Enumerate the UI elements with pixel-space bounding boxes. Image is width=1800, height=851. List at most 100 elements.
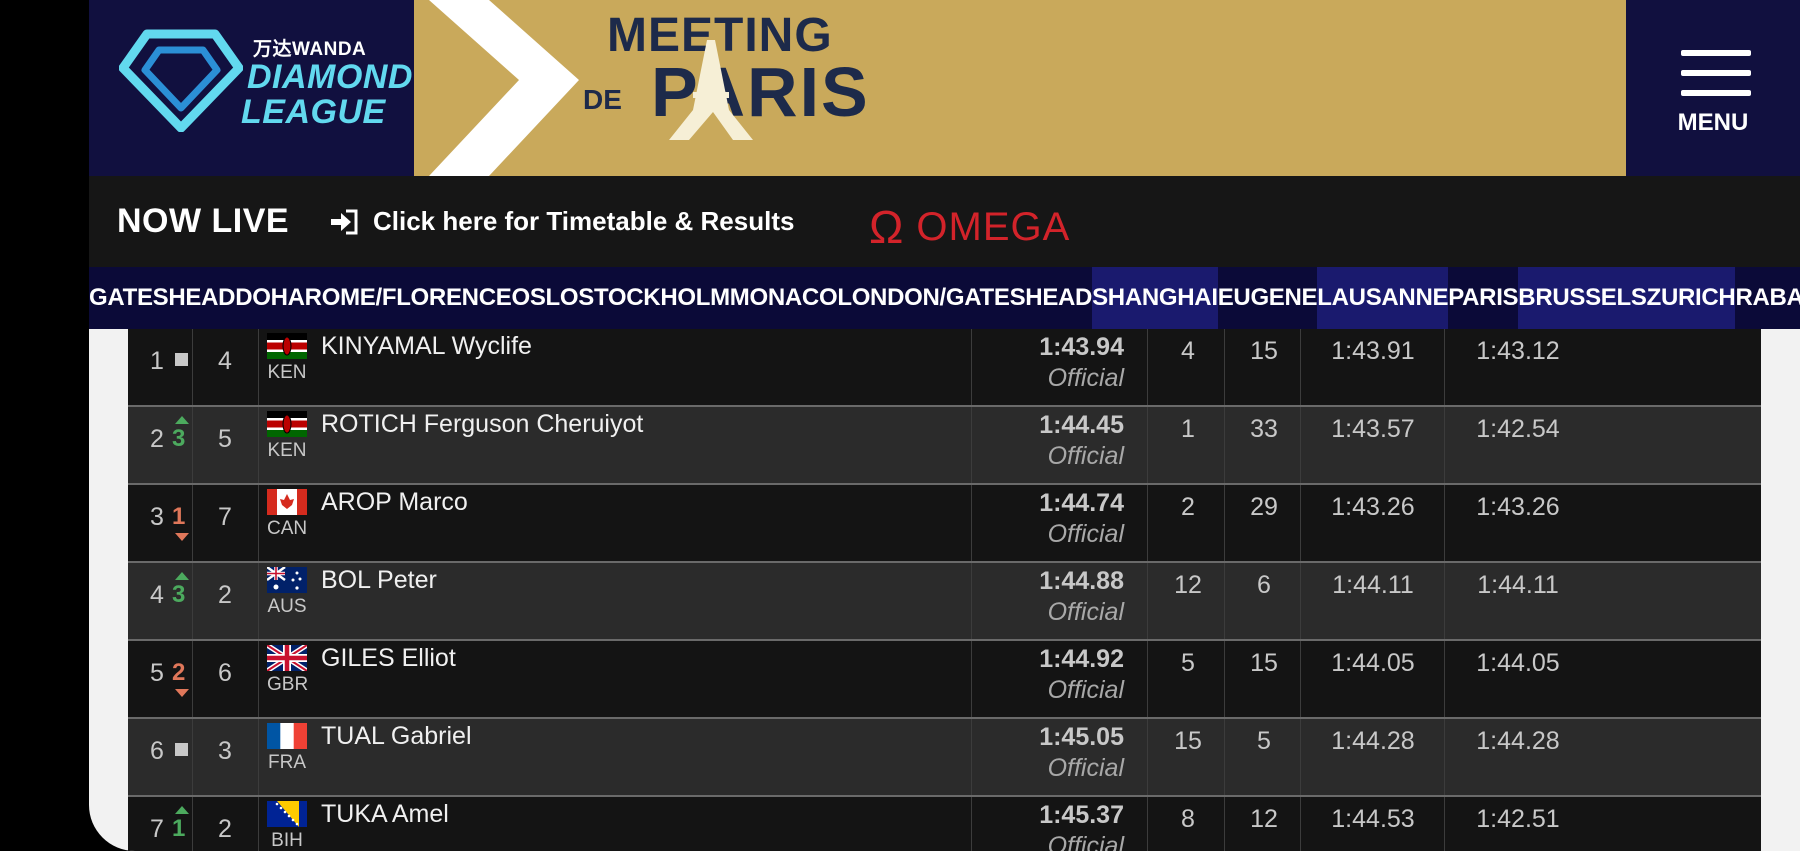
rank-change-value: 1: [172, 815, 186, 842]
position: 7: [150, 815, 164, 843]
hamburger-icon-bar: [1681, 90, 1751, 96]
personal-best: 1:43.12: [1476, 337, 1560, 365]
result-mark: 1:44.92: [1039, 645, 1124, 673]
meeting-tab-shanghai[interactable]: SHANGHAI: [1092, 267, 1218, 329]
lane: 5: [218, 425, 232, 453]
athlete-name[interactable]: KINYAMAL Wyclife: [321, 332, 532, 361]
result-status: Official: [1047, 832, 1124, 851]
meeting-tab-zurich[interactable]: ZURICH: [1646, 267, 1736, 329]
kenya-flag-icon: [267, 411, 307, 437]
result-row[interactable]: 4 3 2 AUS BOL Peter 1:44.88 Official 12 6 1:44.11…: [128, 563, 1761, 641]
meeting-tab-stockholm[interactable]: STOCKHOLM: [578, 267, 730, 329]
lane: 4: [218, 347, 232, 375]
rank-up-icon: 3: [172, 416, 190, 459]
now-live-label: NOW LIVE: [117, 202, 290, 240]
personal-best: 1:44.28: [1476, 727, 1560, 755]
season-best: 1:44.05: [1331, 649, 1415, 677]
result-mark: 1:44.74: [1039, 489, 1124, 517]
app-screen: 万达WANDA DIAMOND LEAGUE MEETING DE PARIS …: [89, 0, 1800, 851]
result-row[interactable]: 1 4 KEN KINYAMAL Wyclife 1:43.94 Official 4 15 1…: [128, 329, 1761, 407]
column-value-2: 15: [1250, 337, 1278, 365]
wanda-sponsor-text: 万达WANDA: [253, 39, 367, 60]
menu-label: MENU: [1677, 109, 1749, 136]
nationality-code: CAN: [267, 518, 308, 539]
sign-in-icon: [331, 209, 358, 234]
meetings-nav: GATESHEAD DOHA ROME/FLORENCE OSLO STOCKHOLM M…: [89, 267, 1800, 329]
lane: 6: [218, 659, 232, 687]
column-value-1: 4: [1181, 337, 1195, 365]
athlete-name[interactable]: TUAL Gabriel: [321, 722, 472, 751]
personal-best: 1:44.05: [1476, 649, 1560, 677]
hamburger-icon-bar: [1681, 70, 1751, 76]
rank-up-icon: 3: [172, 572, 190, 615]
position: 6: [150, 737, 164, 765]
season-best: 1:43.26: [1331, 493, 1415, 521]
season-best: 1:44.11: [1332, 571, 1414, 599]
meeting-tab-rome-florence[interactable]: ROME/FLORENCE: [305, 267, 512, 329]
athlete-name[interactable]: TUKA Amel: [321, 800, 449, 829]
result-status: Official: [1047, 364, 1124, 392]
column-value-2: 29: [1250, 493, 1278, 521]
result-mark: 1:44.45: [1039, 411, 1124, 439]
timetable-link-text: Click here for Timetable & Results: [373, 206, 795, 236]
rank-up-icon: 1: [172, 806, 190, 849]
lane: 2: [218, 815, 232, 843]
season-best: 1:43.91: [1331, 337, 1415, 365]
rank-down-icon: 2: [172, 659, 190, 697]
lane: 7: [218, 503, 232, 531]
athlete-name[interactable]: ROTICH Ferguson Cheruiyot: [321, 410, 643, 439]
column-value-1: 15: [1174, 727, 1202, 755]
france-flag-icon: [267, 723, 307, 749]
bosnia-flag-icon: [267, 801, 307, 827]
athlete-name[interactable]: GILES Elliot: [321, 644, 456, 673]
result-mark: 1:43.94: [1039, 333, 1124, 361]
meeting-tab-rabat[interactable]: RABAT: [1735, 267, 1800, 329]
meeting-tab-doha[interactable]: DOHA: [235, 267, 305, 329]
meeting-tab-london-gateshead[interactable]: LONDON/GATESHEAD: [837, 267, 1092, 329]
personal-best: 1:42.54: [1476, 415, 1560, 443]
rank-change-value: 2: [172, 659, 186, 686]
meeting-tab-oslo[interactable]: OSLO: [511, 267, 578, 329]
omega-sponsor: Ω OMEGA: [869, 200, 1070, 254]
meeting-tab-brussels[interactable]: BRUSSELS: [1518, 267, 1647, 329]
meeting-tab-paris[interactable]: PARIS: [1448, 267, 1518, 329]
personal-best: 1:43.26: [1476, 493, 1560, 521]
result-status: Official: [1047, 754, 1124, 782]
nationality-code: KEN: [267, 440, 307, 461]
result-mark: 1:44.88: [1039, 567, 1124, 595]
diamond-text: DIAMOND: [247, 58, 413, 96]
result-mark: 1:45.05: [1039, 723, 1124, 751]
result-status: Official: [1047, 520, 1124, 548]
position: 3: [150, 503, 164, 531]
hamburger-icon: [1681, 50, 1751, 56]
meeting-de-text: DE: [583, 84, 622, 115]
result-row[interactable]: 3 1 7 CAN AROP Marco 1:44.74 Official 2 29 1:43.2…: [128, 485, 1761, 563]
meeting-tab-eugene[interactable]: EUGENE: [1218, 267, 1318, 329]
column-value-2: 6: [1257, 571, 1271, 599]
season-best: 1:44.28: [1331, 727, 1415, 755]
personal-best: 1:44.11: [1477, 571, 1559, 599]
result-row[interactable]: 2 3 5 KEN ROTICH Ferguson Cheruiyot 1:44.45 Of…: [128, 407, 1761, 485]
personal-best: 1:42.51: [1476, 805, 1560, 833]
menu-button[interactable]: MENU: [1626, 0, 1800, 176]
nationality-code: BIH: [271, 830, 303, 851]
meeting-tab-lausanne[interactable]: LAUSANNE: [1317, 267, 1449, 329]
rank-change-value: 1: [172, 503, 186, 530]
column-value-1: 12: [1174, 571, 1202, 599]
meeting-tab-gateshead[interactable]: GATESHEAD: [89, 267, 236, 329]
column-value-2: 33: [1250, 415, 1278, 443]
athlete-name[interactable]: BOL Peter: [321, 566, 437, 595]
meeting-tab-monaco[interactable]: MONACO: [730, 267, 838, 329]
result-row[interactable]: 7 1 2 BIH TUKA Amel 1:45.37 Official 8 12 1:44.53…: [128, 797, 1761, 851]
column-value-2: 15: [1250, 649, 1278, 677]
result-row[interactable]: 6 3 FRA TUAL Gabriel 1:45.05 Official 15 5 1:44.…: [128, 719, 1761, 797]
omega-symbol-icon: Ω: [869, 201, 905, 253]
result-row[interactable]: 5 2 6 GBR GILES Elliot 1:44.92 Official 5 15 1:44…: [128, 641, 1761, 719]
result-status: Official: [1047, 598, 1124, 626]
lane: 3: [218, 737, 232, 765]
athlete-name[interactable]: AROP Marco: [321, 488, 468, 517]
timetable-results-link[interactable]: Click here for Timetable & Results: [329, 206, 794, 237]
column-value-1: 8: [1181, 805, 1195, 833]
season-best: 1:43.57: [1331, 415, 1415, 443]
position: 2: [150, 425, 164, 453]
